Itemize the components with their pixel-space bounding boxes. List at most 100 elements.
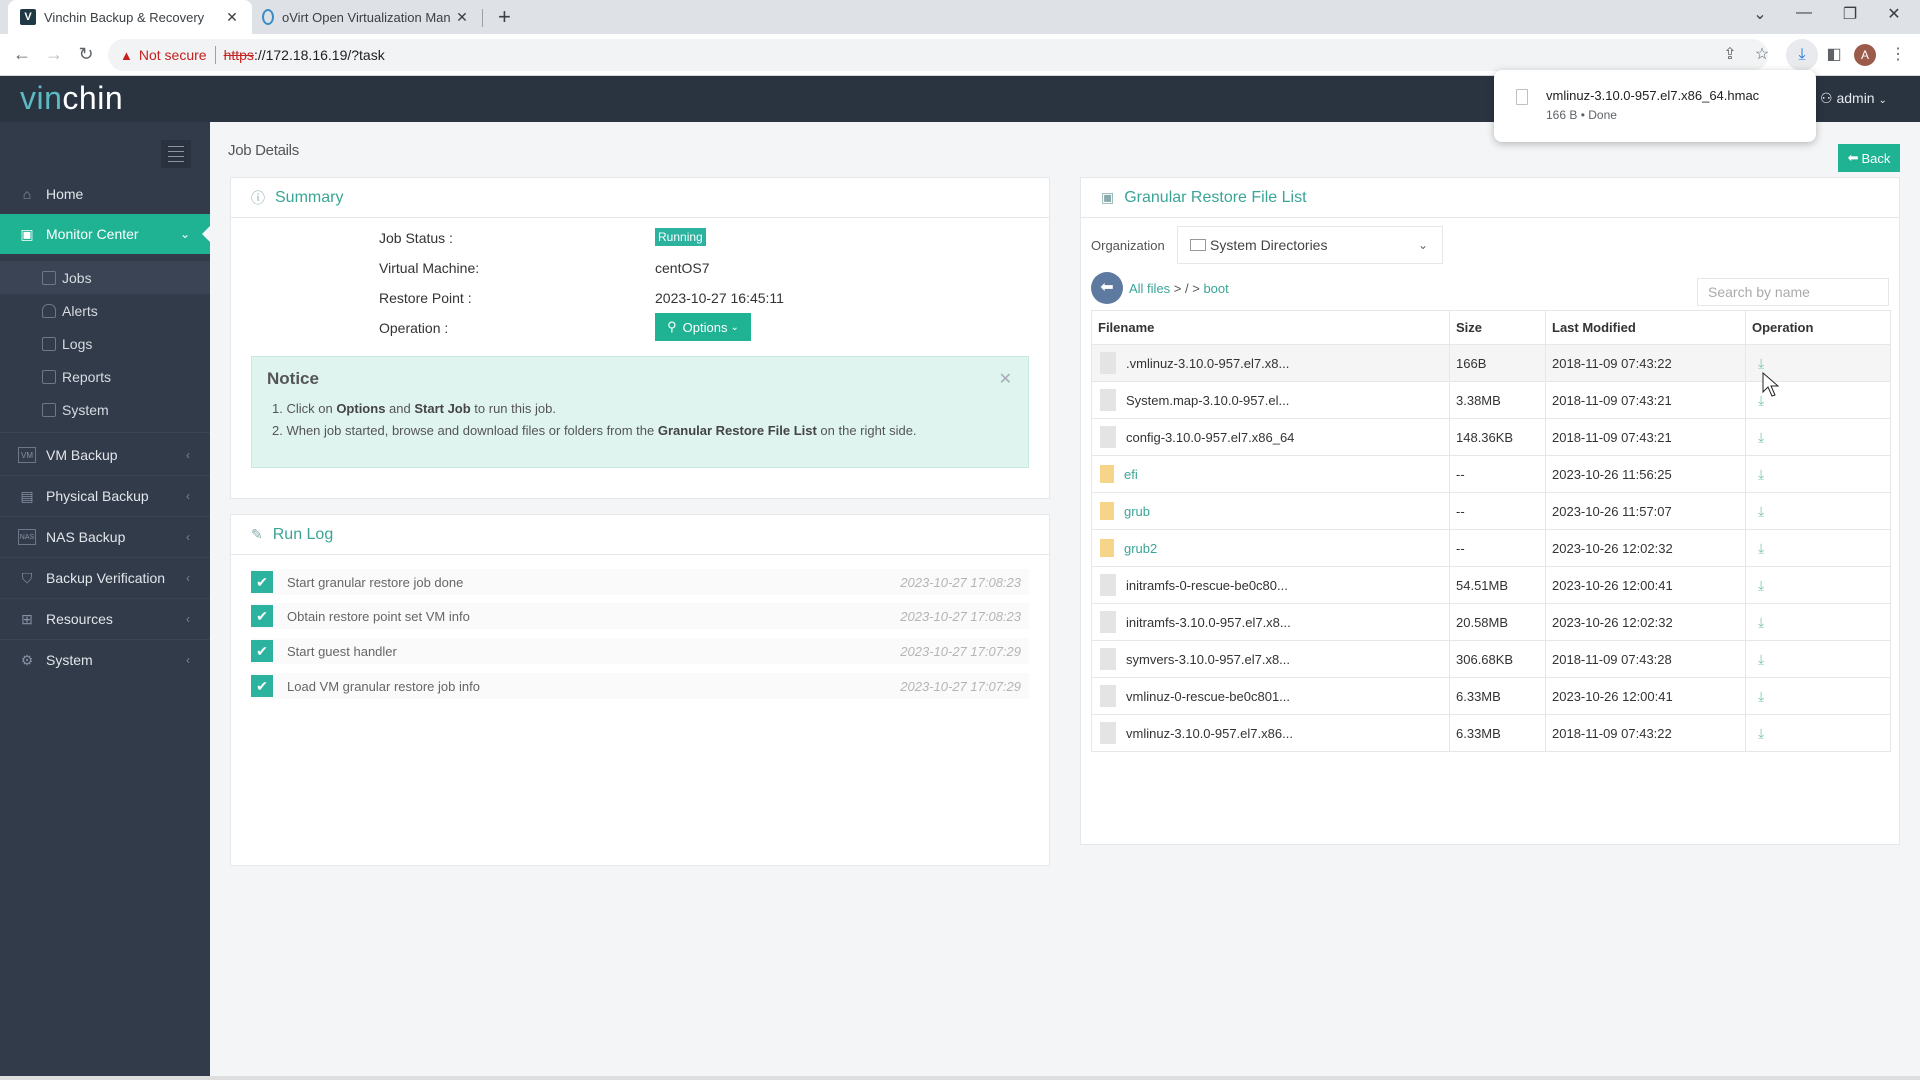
sidebar-subitem-label: Logs xyxy=(62,335,93,352)
filename-cell[interactable]: efi xyxy=(1091,455,1450,493)
breadcrumb-current[interactable]: boot xyxy=(1203,281,1228,296)
column-header-filename[interactable]: Filename xyxy=(1091,310,1450,345)
size-cell: 3.38MB xyxy=(1449,381,1546,419)
download-icon[interactable]: ⤓ xyxy=(1752,577,1764,593)
download-icon[interactable]: ⤓ xyxy=(1752,688,1764,704)
table-row[interactable]: grub -- 2023-10-26 11:57:07 ⤓ xyxy=(1091,492,1891,530)
table-row[interactable]: symvers-3.10.0-957.el7.x8... 306.68KB 2018… xyxy=(1091,640,1891,678)
download-filename[interactable]: vmlinuz-3.10.0-957.el7.x86_64.hmac xyxy=(1546,88,1759,103)
sidebar-item-backup-verification[interactable]: ⛉ Backup Verification ‹ xyxy=(0,558,210,598)
filename[interactable]: System.map-3.10.0-957.el... xyxy=(1098,389,1449,411)
filename[interactable]: efi xyxy=(1098,465,1449,483)
filename-cell[interactable]: initramfs-3.10.0-957.el7.x8... xyxy=(1091,603,1450,641)
sidebar-subitem-alerts[interactable]: Alerts xyxy=(0,294,210,327)
sidebar-subitem-logs[interactable]: Logs xyxy=(0,327,210,360)
table-row[interactable]: config-3.10.0-957.el7.x86_64 148.36KB 2018… xyxy=(1091,418,1891,456)
table-row[interactable]: vmlinuz-3.10.0-957.el7.x86... 6.33MB 2018-… xyxy=(1091,714,1891,752)
download-icon[interactable]: ⤓ xyxy=(1752,503,1764,519)
organization-select[interactable]: System Directories ⌄ xyxy=(1177,226,1443,264)
download-bubble[interactable]: vmlinuz-3.10.0-957.el7.x86_64.hmac 166 B… xyxy=(1494,70,1816,142)
sidebar-subitem-system[interactable]: System xyxy=(0,393,210,426)
filename-cell[interactable]: vmlinuz-0-rescue-be0c801... xyxy=(1091,677,1450,715)
navigate-up-button[interactable]: ⬅ xyxy=(1091,272,1123,304)
filename-cell[interactable]: config-3.10.0-957.el7.x86_64 xyxy=(1091,418,1450,456)
table-row[interactable]: vmlinuz-0-rescue-be0c801... 6.33MB 2023-10… xyxy=(1091,677,1891,715)
address-bar[interactable]: ▲ Not secure https ://172.18.16.19/?task xyxy=(108,39,1768,71)
column-header-last-modified[interactable]: Last Modified xyxy=(1545,310,1746,345)
close-icon[interactable]: ✕ xyxy=(999,369,1012,389)
notice-text: 1. Click on xyxy=(272,401,337,416)
download-icon[interactable]: ⤓ xyxy=(1752,651,1764,667)
sidebar-item-system[interactable]: ⚙ System ‹ xyxy=(0,640,210,680)
check-icon: ✔ xyxy=(251,605,273,627)
hamburger-menu-icon[interactable] xyxy=(161,140,191,168)
table-row[interactable]: efi -- 2023-10-26 11:56:25 ⤓ xyxy=(1091,455,1891,493)
close-tab-icon[interactable]: ✕ xyxy=(450,9,474,26)
bookmark-star-icon[interactable]: ☆ xyxy=(1750,44,1774,64)
filename[interactable]: initramfs-0-rescue-be0c80... xyxy=(1098,574,1449,596)
filename[interactable]: initramfs-3.10.0-957.el7.x8... xyxy=(1098,611,1449,633)
breadcrumb-all-files[interactable]: All files xyxy=(1129,281,1170,296)
minimize-button[interactable]: — xyxy=(1784,4,1824,22)
sidebar-item-vm-backup[interactable]: VM VM Backup ‹ xyxy=(0,435,210,475)
filename[interactable]: symvers-3.10.0-957.el7.x8... xyxy=(1098,648,1449,670)
download-icon[interactable]: ⤓ xyxy=(1752,355,1764,371)
close-tab-icon[interactable]: ✕ xyxy=(220,9,244,26)
sidebar-item-home[interactable]: ⌂ Home xyxy=(0,174,210,214)
security-label[interactable]: Not secure xyxy=(139,47,207,63)
back-arrow-icon[interactable]: ← xyxy=(10,44,34,65)
column-header-size[interactable]: Size xyxy=(1449,310,1546,345)
vinchin-logo[interactable]: vinchin xyxy=(20,80,123,117)
filename-cell[interactable]: initramfs-0-rescue-be0c80... xyxy=(1091,566,1450,604)
side-panel-icon[interactable]: ◧ xyxy=(1822,44,1846,64)
filename-cell[interactable]: grub2 xyxy=(1091,529,1450,567)
filename-cell[interactable]: symvers-3.10.0-957.el7.x8... xyxy=(1091,640,1450,678)
sidebar-subitem-jobs[interactable]: Jobs xyxy=(0,261,210,294)
options-button[interactable]: ⚲ Options ⌄ xyxy=(655,313,751,341)
sidebar-item-nas-backup[interactable]: NAS NAS Backup ‹ xyxy=(0,517,210,557)
filename[interactable]: vmlinuz-0-rescue-be0c801... xyxy=(1098,685,1449,707)
new-tab-button[interactable]: + xyxy=(498,4,511,30)
download-icon[interactable]: ⤓ xyxy=(1752,614,1764,630)
table-row[interactable]: initramfs-0-rescue-be0c80... 54.51MB 2023-… xyxy=(1091,566,1891,604)
back-button[interactable]: ⬅ Back xyxy=(1838,144,1900,172)
download-icon[interactable]: ⤓ xyxy=(1752,540,1764,556)
search-input[interactable] xyxy=(1697,278,1889,306)
download-icon[interactable]: ⤓ xyxy=(1752,429,1764,445)
download-icon[interactable]: ⤓ xyxy=(1752,725,1764,741)
download-icon[interactable]: ⤓ xyxy=(1786,39,1818,71)
filename-cell[interactable]: grub xyxy=(1091,492,1450,530)
profile-avatar[interactable]: A xyxy=(1854,44,1876,66)
filename-text[interactable]: grub xyxy=(1124,504,1150,519)
table-row[interactable]: initramfs-3.10.0-957.el7.x8... 20.58MB 202… xyxy=(1091,603,1891,641)
browser-tab-vinchin[interactable]: V Vinchin Backup & Recovery ✕ xyxy=(8,0,252,34)
user-menu[interactable]: ⚇ admin ⌄ xyxy=(1820,90,1887,107)
filename[interactable]: vmlinuz-3.10.0-957.el7.x86... xyxy=(1098,722,1449,744)
sidebar-item-monitor-center[interactable]: ▣ Monitor Center ⌄ xyxy=(0,214,210,254)
share-icon[interactable]: ⇪ xyxy=(1718,44,1742,64)
reload-icon[interactable]: ↻ xyxy=(74,44,98,65)
filename-text[interactable]: efi xyxy=(1124,467,1138,482)
close-window-button[interactable]: ✕ xyxy=(1874,4,1914,24)
sidebar-item-physical-backup[interactable]: ▤ Physical Backup ‹ xyxy=(0,476,210,516)
restore-button[interactable]: ❐ xyxy=(1830,4,1870,24)
size-cell: 306.68KB xyxy=(1449,640,1546,678)
forward-arrow-icon[interactable]: → xyxy=(42,44,66,65)
menu-kebab-icon[interactable]: ⋮ xyxy=(1886,44,1910,64)
tab-search-icon[interactable]: ⌄ xyxy=(1740,4,1780,24)
chevron-down-icon: ⌄ xyxy=(1417,238,1428,252)
filename[interactable]: .vmlinuz-3.10.0-957.el7.x8... xyxy=(1098,352,1449,374)
filename-cell[interactable]: System.map-3.10.0-957.el... xyxy=(1091,381,1450,419)
notice-line-1: 1. Click on Options and Start Job to run… xyxy=(272,401,556,416)
filename-cell[interactable]: vmlinuz-3.10.0-957.el7.x86... xyxy=(1091,714,1450,752)
filename-cell[interactable]: .vmlinuz-3.10.0-957.el7.x8... xyxy=(1091,344,1450,382)
browser-tab-ovirt[interactable]: oVirt Open Virtualization Man ✕ xyxy=(252,0,482,34)
download-icon[interactable]: ⤓ xyxy=(1752,466,1764,482)
table-row[interactable]: grub2 -- 2023-10-26 12:02:32 ⤓ xyxy=(1091,529,1891,567)
filename[interactable]: config-3.10.0-957.el7.x86_64 xyxy=(1098,426,1449,448)
filename-text[interactable]: grub2 xyxy=(1124,541,1157,556)
sidebar-subitem-reports[interactable]: Reports xyxy=(0,360,210,393)
sidebar-item-resources[interactable]: ⊞ Resources ‹ xyxy=(0,599,210,639)
filename[interactable]: grub2 xyxy=(1098,539,1449,557)
filename[interactable]: grub xyxy=(1098,502,1449,520)
